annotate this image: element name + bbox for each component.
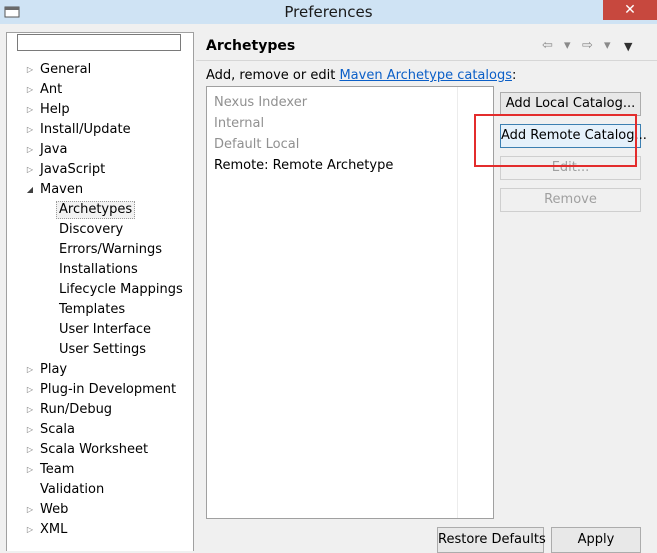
tree-item-label: XML bbox=[40, 522, 68, 537]
tree-item-label: Install/Update bbox=[40, 122, 131, 137]
tree-item-label: Errors/Warnings bbox=[59, 242, 163, 257]
page-description: Add, remove or edit Maven Archetype cata… bbox=[206, 68, 516, 83]
expand-arrow-icon[interactable]: ▷ bbox=[25, 140, 35, 160]
preference-tree-pane: ▷ General ▷ Ant ▷ Help ▷ Install/Update … bbox=[6, 32, 194, 551]
tree-item-run-debug[interactable]: ▷ Run/Debug bbox=[7, 400, 193, 420]
tree-item-scala-worksheet[interactable]: ▷ Scala Worksheet bbox=[7, 440, 193, 460]
filter-input[interactable] bbox=[17, 34, 181, 51]
expand-arrow-icon[interactable]: ▷ bbox=[25, 360, 35, 380]
tree-item-label: General bbox=[40, 62, 92, 77]
tree-item-discovery[interactable]: Discovery bbox=[7, 220, 193, 240]
tree-item-label: JavaScript bbox=[40, 162, 106, 177]
expand-arrow-icon[interactable]: ▷ bbox=[25, 60, 35, 80]
expand-arrow-icon[interactable]: ▷ bbox=[25, 500, 35, 520]
tree-item-web[interactable]: ▷ Web bbox=[7, 500, 193, 520]
tree-item-label: User Interface bbox=[59, 322, 151, 337]
title-bar: Preferences ✕ bbox=[0, 0, 657, 24]
tree-item-plugin-development[interactable]: ▷ Plug-in Development bbox=[7, 380, 193, 400]
tree-item-label: Help bbox=[40, 102, 70, 117]
list-column-divider bbox=[457, 87, 458, 518]
tree-item-label: Web bbox=[40, 502, 69, 517]
tree-item-ant[interactable]: ▷ Ant bbox=[7, 80, 193, 100]
expand-arrow-icon[interactable]: ▷ bbox=[25, 80, 35, 100]
close-icon: ✕ bbox=[624, 2, 636, 18]
tree-item-team[interactable]: ▷ Team bbox=[7, 460, 193, 480]
catalog-item-nexus-indexer[interactable]: Nexus Indexer bbox=[214, 95, 307, 110]
expand-arrow-icon[interactable]: ▷ bbox=[25, 100, 35, 120]
tree-item-templates[interactable]: Templates bbox=[7, 300, 193, 320]
dialog-body: ▷ General ▷ Ant ▷ Help ▷ Install/Update … bbox=[0, 24, 657, 553]
tree-item-label: User Settings bbox=[59, 342, 147, 357]
tree-item-label: Validation bbox=[40, 482, 105, 497]
tree-item-installations[interactable]: Installations bbox=[7, 260, 193, 280]
tree-item-label: Lifecycle Mappings bbox=[59, 282, 183, 297]
maven-archetype-catalogs-link[interactable]: Maven Archetype catalogs bbox=[339, 68, 512, 83]
tree-item-label: Plug-in Development bbox=[40, 382, 177, 397]
annotation-highlight-box bbox=[474, 114, 637, 167]
tree-item-label: Ant bbox=[40, 82, 63, 97]
tree-item-label: Maven bbox=[40, 182, 84, 197]
page-nav-toolbar: ⇦ ▾ ⇨ ▾ ▼ bbox=[542, 38, 642, 54]
collapse-arrow-icon[interactable]: ◢ bbox=[25, 180, 35, 200]
tree-item-label: Templates bbox=[59, 302, 126, 317]
tree-item-lifecycle-mappings[interactable]: Lifecycle Mappings bbox=[7, 280, 193, 300]
tree-item-xml[interactable]: ▷ XML bbox=[7, 520, 193, 540]
expand-arrow-icon[interactable]: ▷ bbox=[25, 460, 35, 480]
tree-item-label: Java bbox=[40, 142, 68, 157]
page-title: Archetypes bbox=[206, 38, 296, 54]
tree-item-general[interactable]: ▷ General bbox=[7, 60, 193, 80]
forward-arrow-icon[interactable]: ⇨ bbox=[582, 38, 593, 53]
tree-item-user-settings[interactable]: User Settings bbox=[7, 340, 193, 360]
tree-item-label: Team bbox=[40, 462, 75, 477]
forward-history-dropdown-icon[interactable]: ▾ bbox=[604, 38, 611, 53]
expand-arrow-icon[interactable]: ▷ bbox=[25, 420, 35, 440]
tree-item-validation[interactable]: Validation bbox=[7, 480, 193, 500]
window-title: Preferences bbox=[284, 3, 373, 21]
add-local-catalog-button[interactable]: Add Local Catalog... bbox=[500, 92, 641, 116]
catalog-item-internal[interactable]: Internal bbox=[214, 116, 264, 131]
catalog-item-remote[interactable]: Remote: Remote Archetype bbox=[214, 158, 393, 173]
close-button[interactable]: ✕ bbox=[603, 0, 657, 20]
catalog-list[interactable]: Nexus Indexer Internal Default Local Rem… bbox=[206, 86, 494, 519]
tree-item-install-update[interactable]: ▷ Install/Update bbox=[7, 120, 193, 140]
tree-item-javascript[interactable]: ▷ JavaScript bbox=[7, 160, 193, 180]
tree-item-label: Play bbox=[40, 362, 68, 377]
tree-item-label: Scala bbox=[40, 422, 75, 437]
tree-item-archetypes[interactable]: Archetypes bbox=[7, 200, 193, 220]
back-history-dropdown-icon[interactable]: ▾ bbox=[564, 38, 571, 53]
tree-item-label: Installations bbox=[59, 262, 138, 277]
back-arrow-icon[interactable]: ⇦ bbox=[542, 38, 553, 53]
tree-item-play[interactable]: ▷ Play bbox=[7, 360, 193, 380]
header-separator bbox=[196, 60, 657, 61]
apply-button[interactable]: Apply bbox=[551, 527, 641, 553]
view-menu-icon[interactable]: ▼ bbox=[624, 40, 632, 53]
expand-arrow-icon[interactable]: ▷ bbox=[25, 440, 35, 460]
tree-item-label: Archetypes bbox=[56, 201, 136, 219]
restore-defaults-button[interactable]: Restore Defaults bbox=[437, 527, 546, 553]
description-text: Add, remove or edit bbox=[206, 68, 340, 83]
tree-item-errors-warnings[interactable]: Errors/Warnings bbox=[7, 240, 193, 260]
remove-button[interactable]: Remove bbox=[500, 188, 641, 212]
description-colon: : bbox=[511, 68, 517, 83]
expand-arrow-icon[interactable]: ▷ bbox=[25, 380, 35, 400]
expand-arrow-icon[interactable]: ▷ bbox=[25, 400, 35, 420]
tree-item-label: Scala Worksheet bbox=[40, 442, 149, 457]
expand-arrow-icon[interactable]: ▷ bbox=[25, 120, 35, 140]
tree-item-label: Discovery bbox=[59, 222, 124, 237]
tree-item-label: Run/Debug bbox=[40, 402, 113, 417]
expand-arrow-icon[interactable]: ▷ bbox=[25, 520, 35, 540]
catalog-item-default-local[interactable]: Default Local bbox=[214, 137, 299, 152]
tree-item-scala[interactable]: ▷ Scala bbox=[7, 420, 193, 440]
tree-item-java[interactable]: ▷ Java bbox=[7, 140, 193, 160]
tree-item-user-interface[interactable]: User Interface bbox=[7, 320, 193, 340]
tree-item-maven[interactable]: ◢ Maven bbox=[7, 180, 193, 200]
expand-arrow-icon[interactable]: ▷ bbox=[25, 160, 35, 180]
tree-item-help[interactable]: ▷ Help bbox=[7, 100, 193, 120]
